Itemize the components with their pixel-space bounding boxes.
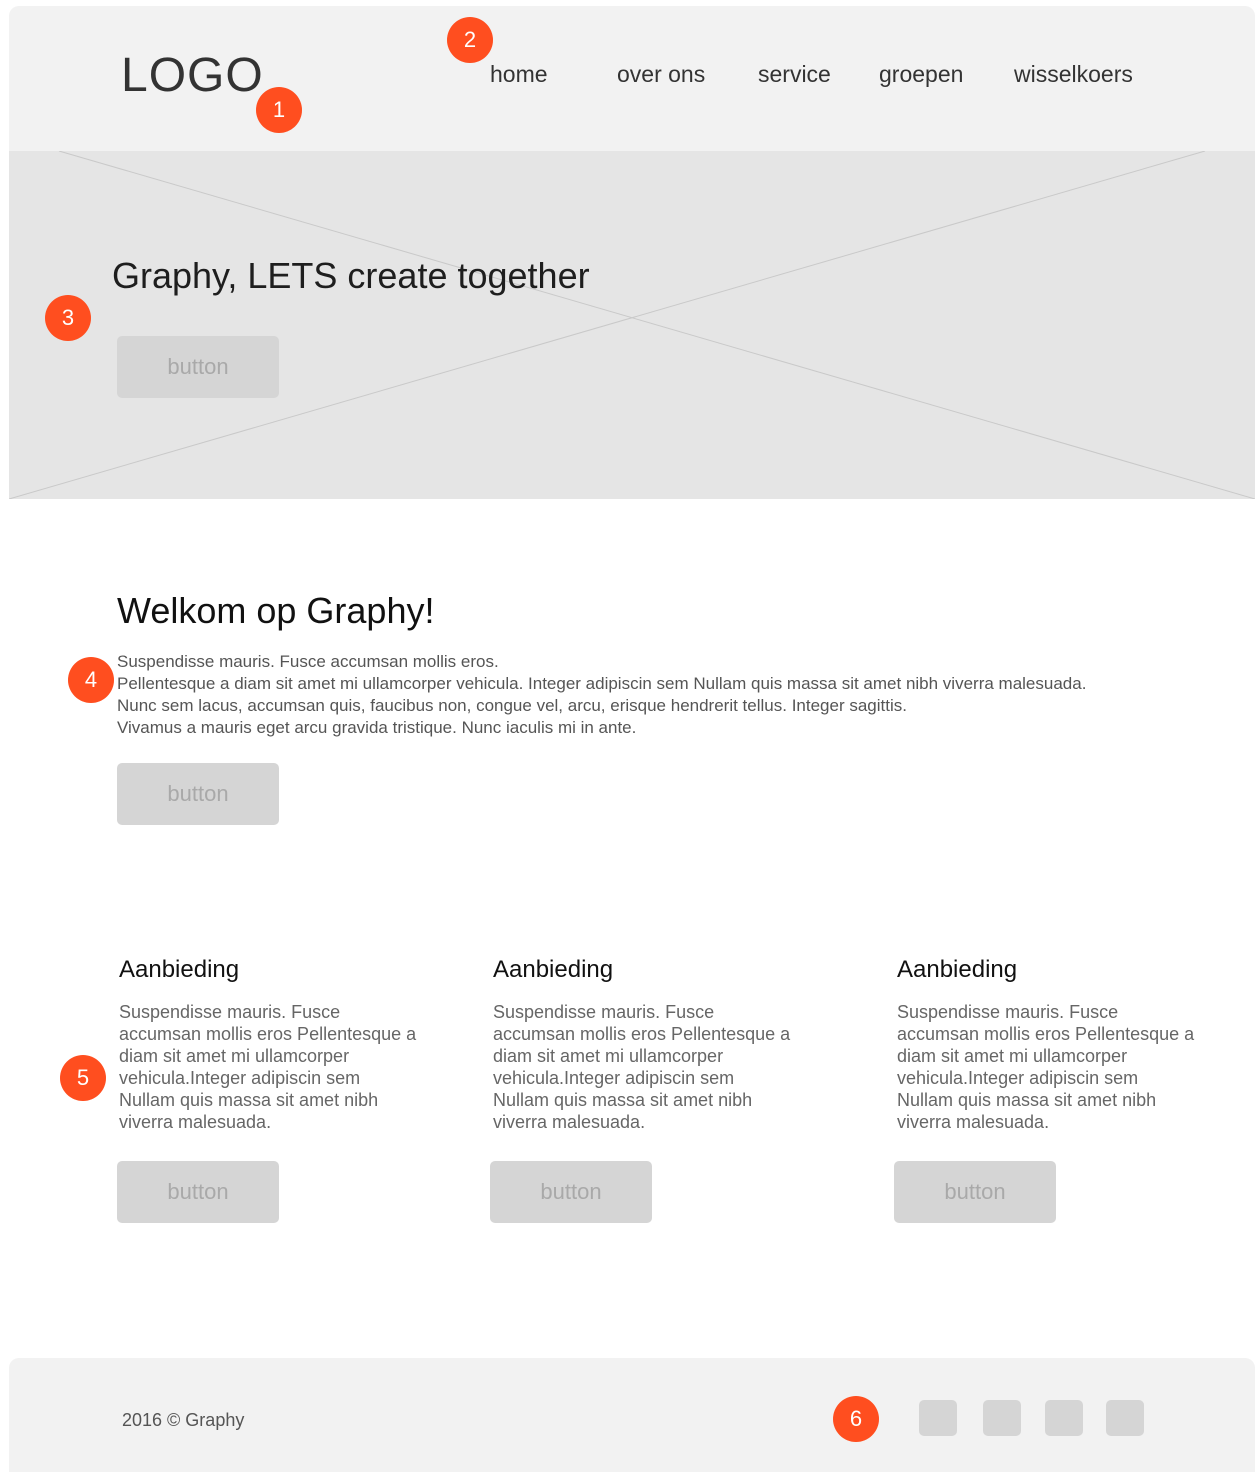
copyright: 2016 © Graphy (122, 1410, 245, 1430)
card-button[interactable]: button (117, 1161, 279, 1223)
annotation-marker-1: 1 (256, 87, 302, 133)
nav-item-groepen[interactable]: groepen (879, 61, 963, 88)
social-icon[interactable] (983, 1400, 1021, 1436)
nav-item-wisselkoers[interactable]: wisselkoers (1014, 61, 1133, 88)
card-title: Aanbieding (493, 956, 614, 983)
welcome-text: Suspendisse mauris. Fusce accumsan molli… (117, 651, 1197, 739)
welcome-button[interactable]: button (117, 763, 279, 825)
welcome-line: Nunc sem lacus, accumsan quis, faucibus … (117, 696, 907, 715)
header: LOGO home over ons service groepen wisse… (9, 6, 1255, 151)
annotation-marker-5: 5 (60, 1055, 106, 1101)
hero-title: Graphy, LETS create together (112, 255, 590, 296)
welcome-line: Suspendisse mauris. Fusce accumsan molli… (117, 652, 499, 671)
card-text: Suspendisse mauris. Fusce accumsan molli… (897, 1002, 1195, 1132)
card-title: Aanbieding (897, 956, 1018, 983)
social-icon[interactable] (919, 1400, 957, 1436)
card-text: Suspendisse mauris. Fusce accumsan molli… (493, 1002, 791, 1132)
social-icon[interactable] (1045, 1400, 1083, 1436)
card-title: Aanbieding (119, 956, 240, 983)
nav-item-service[interactable]: service (758, 61, 831, 88)
footer: 2016 © Graphy (9, 1358, 1255, 1472)
hero-banner: Graphy, LETS create together button (9, 151, 1255, 499)
welcome-line: Vivamus a mauris eget arcu gravida trist… (117, 718, 637, 737)
annotation-marker-4: 4 (68, 657, 114, 703)
logo[interactable]: LOGO (121, 48, 264, 103)
card-button[interactable]: button (894, 1161, 1056, 1223)
social-icon[interactable] (1106, 1400, 1144, 1436)
nav-item-home[interactable]: home (490, 61, 548, 88)
nav-item-over-ons[interactable]: over ons (617, 61, 705, 88)
annotation-marker-2: 2 (447, 17, 493, 63)
welcome-title: Welkom op Graphy! (117, 590, 435, 631)
welcome-line: Pellentesque a diam sit amet mi ullamcor… (117, 674, 1087, 693)
hero-button[interactable]: button (117, 336, 279, 398)
card-button[interactable]: button (490, 1161, 652, 1223)
annotation-marker-6: 6 (833, 1396, 879, 1442)
image-placeholder-icon (9, 151, 1255, 499)
annotation-marker-3: 3 (45, 295, 91, 341)
card-text: Suspendisse mauris. Fusce accumsan molli… (119, 1002, 417, 1132)
